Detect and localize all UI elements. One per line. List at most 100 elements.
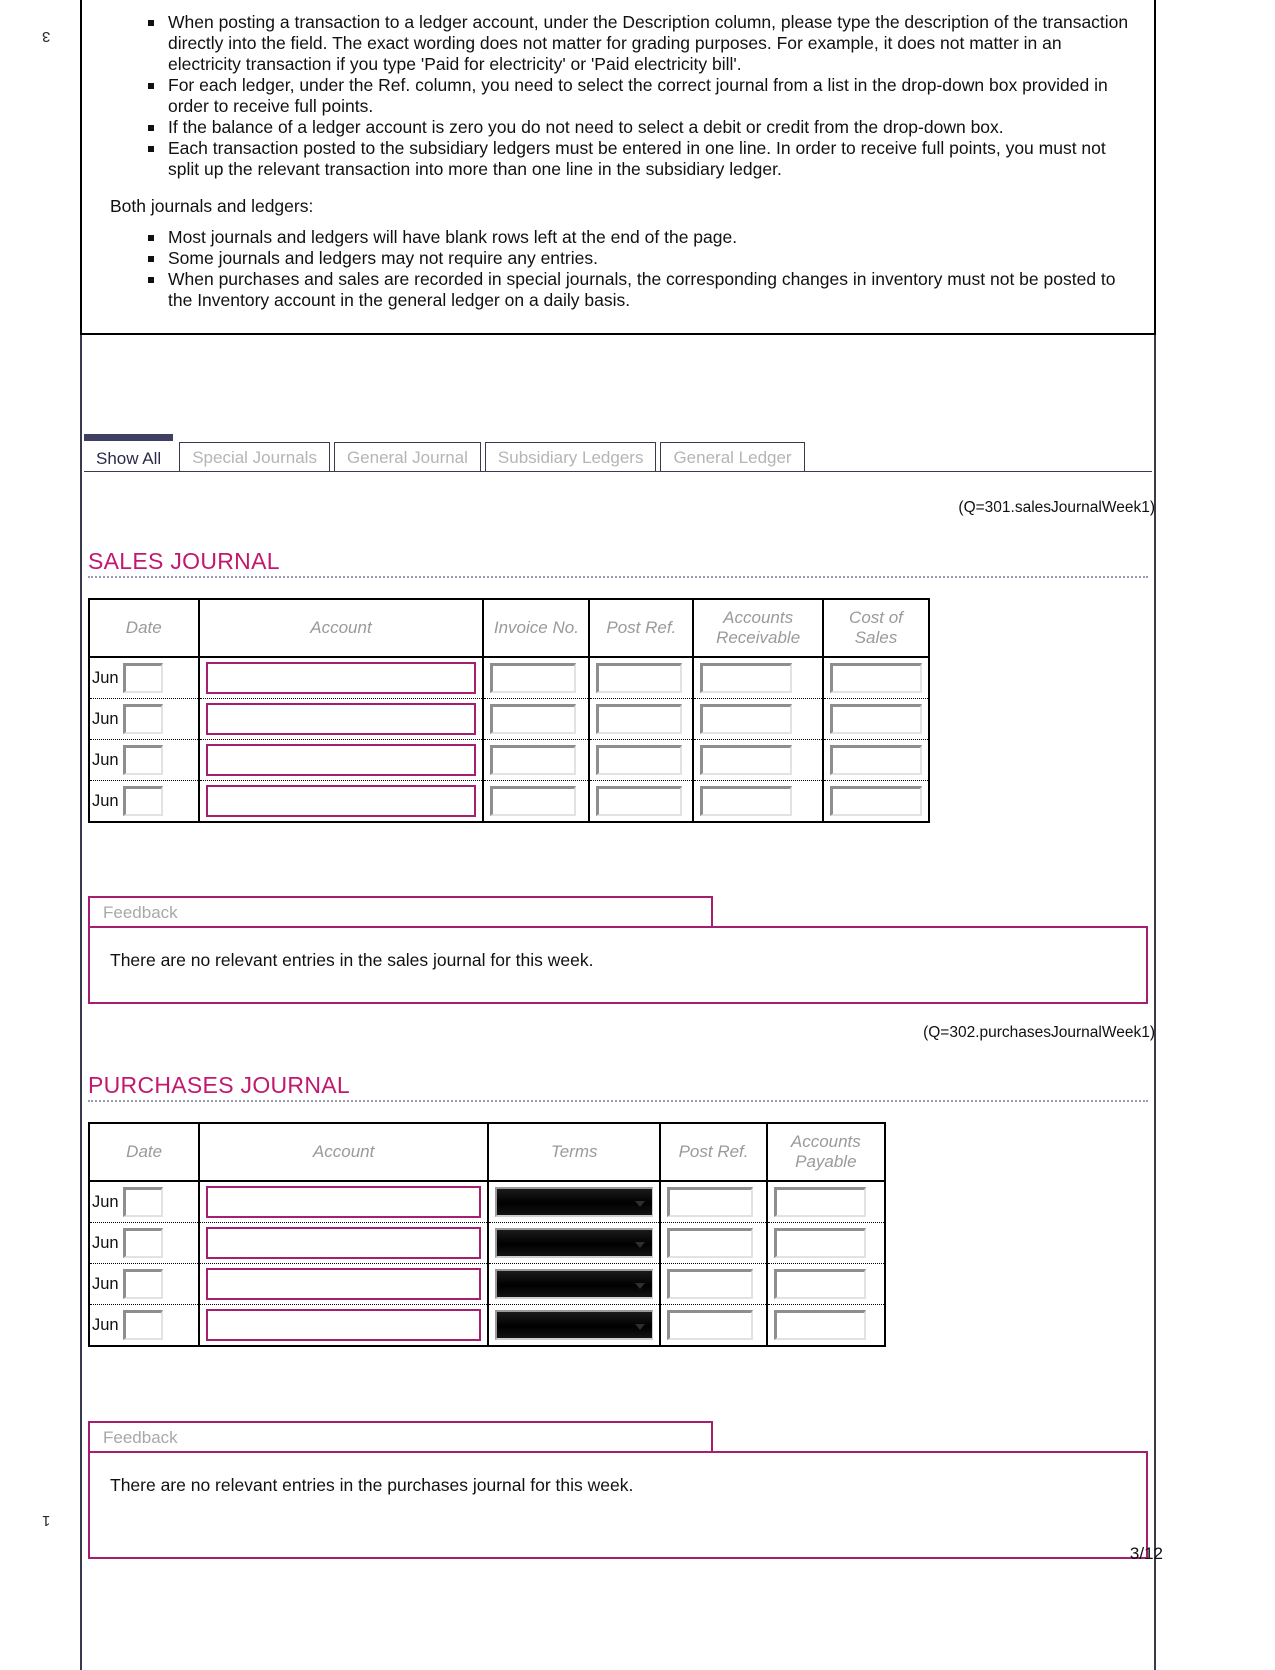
post-ref-input[interactable] xyxy=(667,1269,754,1299)
accounts-payable-input[interactable] xyxy=(773,1228,866,1258)
day-input[interactable] xyxy=(122,1269,163,1299)
accounts-receivable-input[interactable] xyxy=(700,663,793,693)
col-header-cost-of-sales: Cost of Sales xyxy=(821,599,931,658)
account-input[interactable] xyxy=(206,1227,481,1259)
day-input[interactable] xyxy=(122,704,163,734)
sales-journal-table: Date Account Invoice No. Post Ref. Accou… xyxy=(88,598,931,823)
post-ref-input[interactable] xyxy=(596,663,683,693)
cell-accounts-receivable xyxy=(692,739,824,781)
accounts-receivable-input[interactable] xyxy=(700,786,793,816)
account-input[interactable] xyxy=(205,785,477,817)
margin-mark-bottom: 1 xyxy=(42,1512,51,1529)
cell-accounts-payable xyxy=(765,1263,887,1305)
col-header-accounts-payable: Accounts Payable xyxy=(765,1123,887,1182)
accounts-payable-input[interactable] xyxy=(773,1269,866,1299)
cell-post-ref xyxy=(588,780,695,822)
cell-post-ref xyxy=(588,739,695,781)
page-number: 3/12 xyxy=(1129,1544,1163,1563)
col-header-date: Date xyxy=(87,1123,201,1182)
account-input[interactable] xyxy=(206,1268,481,1300)
cell-accounts-payable xyxy=(765,1222,887,1264)
month-label: Jun xyxy=(92,1233,119,1252)
terms-dropdown[interactable] xyxy=(494,1269,654,1299)
accounts-payable-input[interactable] xyxy=(773,1310,866,1340)
list-item: Some journals and ledgers may not requir… xyxy=(148,248,1130,269)
account-input[interactable] xyxy=(205,662,477,694)
tab-general-ledger[interactable]: General Ledger xyxy=(660,442,805,472)
sales-feedback-label[interactable]: Feedback xyxy=(88,896,713,928)
month-label: Jun xyxy=(92,668,119,687)
accounts-payable-input[interactable] xyxy=(773,1187,866,1217)
cost-of-sales-input[interactable] xyxy=(829,786,922,816)
journal-tabs: Show All Special Journals General Journa… xyxy=(84,434,1152,472)
invoice-no-input[interactable] xyxy=(490,786,577,816)
invoice-no-input[interactable] xyxy=(490,745,577,775)
invoice-no-input[interactable] xyxy=(490,663,577,693)
account-input[interactable] xyxy=(206,1186,481,1218)
post-ref-input[interactable] xyxy=(667,1187,754,1217)
cell-accounts-receivable xyxy=(692,698,824,740)
table-row: Jun xyxy=(88,657,931,699)
purchases-journal-rule xyxy=(88,1100,1148,1102)
list-item: When posting a transaction to a ledger a… xyxy=(148,12,1130,75)
account-input[interactable] xyxy=(205,703,477,735)
post-ref-input[interactable] xyxy=(667,1310,754,1340)
table-row: Jun xyxy=(88,739,931,781)
account-input[interactable] xyxy=(205,744,477,776)
month-label: Jun xyxy=(92,1274,119,1293)
purchases-journal-table: Date Account Terms Post Ref. Accounts Pa… xyxy=(87,1122,887,1347)
day-input[interactable] xyxy=(122,663,163,693)
cost-of-sales-input[interactable] xyxy=(829,663,922,693)
day-input[interactable] xyxy=(122,1187,163,1217)
cell-invoice-no xyxy=(482,780,591,822)
margin-mark-top: 3 xyxy=(42,28,51,45)
month-label: Jun xyxy=(92,750,119,769)
cell-post-ref xyxy=(659,1263,768,1305)
day-input[interactable] xyxy=(122,786,163,816)
cell-cost-of-sales xyxy=(821,780,931,822)
cell-invoice-no xyxy=(482,698,591,740)
cell-date: Jun xyxy=(88,698,200,740)
cell-cost-of-sales xyxy=(821,698,931,740)
accounts-receivable-input[interactable] xyxy=(700,745,793,775)
tab-subsidiary-ledgers[interactable]: Subsidiary Ledgers xyxy=(484,442,657,472)
purchases-journal-header-row: Date Account Terms Post Ref. Accounts Pa… xyxy=(87,1123,887,1182)
col-header-account: Account xyxy=(197,599,485,658)
sales-feedback-text: There are no relevant entries in the sal… xyxy=(110,950,594,970)
day-input[interactable] xyxy=(122,745,163,775)
terms-dropdown[interactable] xyxy=(494,1187,654,1217)
cell-account xyxy=(198,1222,489,1264)
terms-dropdown[interactable] xyxy=(494,1310,654,1340)
sales-journal-header-row: Date Account Invoice No. Post Ref. Accou… xyxy=(88,599,931,658)
post-ref-input[interactable] xyxy=(596,786,683,816)
instructions-paragraph: Both journals and ledgers: xyxy=(110,196,314,216)
post-ref-input[interactable] xyxy=(596,704,683,734)
cell-post-ref xyxy=(588,698,695,740)
cell-date: Jun xyxy=(87,1181,201,1223)
col-header-date: Date xyxy=(88,599,200,658)
post-ref-input[interactable] xyxy=(596,745,683,775)
day-input[interactable] xyxy=(122,1310,163,1340)
day-input[interactable] xyxy=(122,1228,163,1258)
tab-general-journal[interactable]: General Journal xyxy=(333,442,481,472)
cost-of-sales-input[interactable] xyxy=(829,704,922,734)
cell-terms xyxy=(486,1222,662,1264)
sales-journal-question-id: (Q=301.salesJournalWeek1) xyxy=(958,499,1155,516)
list-item: When purchases and sales are recorded in… xyxy=(148,269,1130,311)
terms-dropdown[interactable] xyxy=(494,1228,654,1258)
tabs-underline xyxy=(84,471,1152,472)
list-item: If the balance of a ledger account is ze… xyxy=(148,117,1130,138)
purchases-feedback-label[interactable]: Feedback xyxy=(88,1421,713,1453)
cell-account xyxy=(197,698,485,740)
cell-date: Jun xyxy=(88,657,200,699)
account-input[interactable] xyxy=(206,1309,481,1341)
month-label: Jun xyxy=(92,1315,119,1334)
tab-special-journals[interactable]: Special Journals xyxy=(179,442,330,472)
invoice-no-input[interactable] xyxy=(490,704,577,734)
accounts-receivable-input[interactable] xyxy=(700,704,793,734)
cost-of-sales-input[interactable] xyxy=(829,745,922,775)
tab-show-all[interactable]: Show All xyxy=(84,434,174,472)
cell-invoice-no xyxy=(482,739,591,781)
post-ref-input[interactable] xyxy=(667,1228,754,1258)
sales-feedback-panel: There are no relevant entries in the sal… xyxy=(88,926,1148,1004)
